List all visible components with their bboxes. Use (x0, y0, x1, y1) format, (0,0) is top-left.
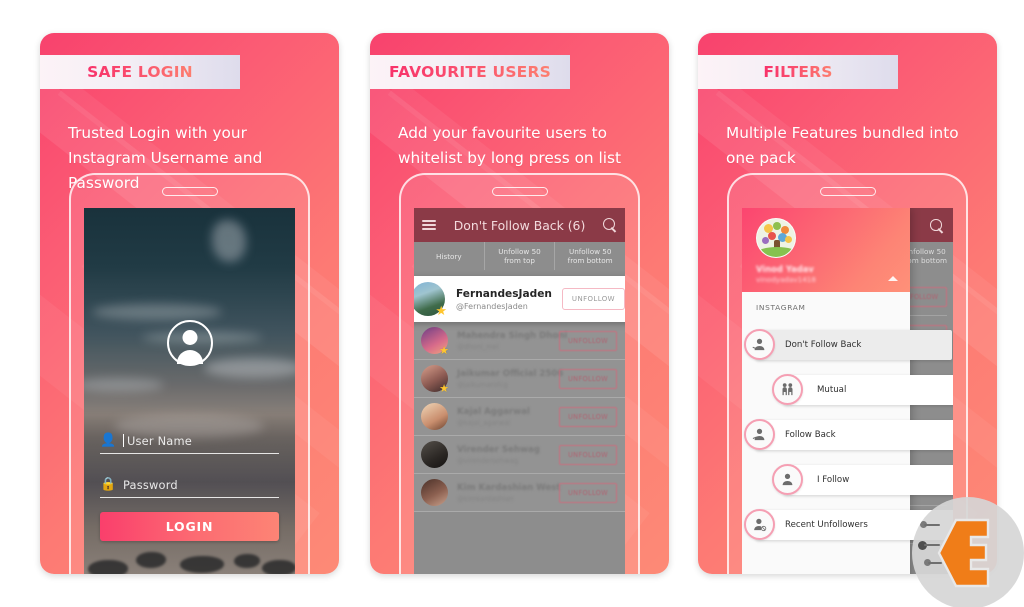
list-item[interactable]: ★ Mahendra Singh Dhoni @dhoni_mel UNFOLL… (414, 322, 625, 360)
caret-up-icon[interactable] (888, 276, 898, 281)
list-item-handle: @jaikumarofcg (457, 380, 508, 389)
tree-avatar-icon (756, 218, 796, 258)
tab-unfollow-from-bottom[interactable]: Unfollow 50 from bottom (555, 242, 625, 270)
avatar: ★ (421, 365, 449, 395)
phone-mockup: 👤 User Name 🔒 Password LOGIN (69, 173, 310, 574)
feature-card-favourite-users: FAVOURITE USERS Add your favourite users… (370, 33, 669, 574)
phone-screen-user-list: Don't Follow Back (6) History Unfollow 5… (414, 208, 625, 574)
unfollow-button[interactable]: UNFOLLOW (559, 406, 617, 427)
card-subtitle: Add your favourite users to whitelist by… (398, 124, 621, 167)
person-icon (772, 464, 803, 495)
card-banner-title: FILTERS (763, 63, 833, 81)
list-item-handle: @kimkardashian (457, 494, 514, 503)
unfollow-button[interactable]: UNFOLLOW (561, 288, 625, 310)
drawer-section-label: INSTAGRAM (742, 292, 910, 322)
featured-name: FernandesJaden (456, 287, 552, 300)
drawer-item-label: Recent Unfollowers (785, 519, 868, 530)
text-caret (123, 434, 124, 447)
list-item-handle: @dhoni_mel (457, 342, 499, 351)
phone-speaker (491, 187, 548, 196)
hex-e-logo-icon (937, 518, 990, 588)
item-pill (784, 374, 953, 405)
hamburger-icon[interactable] (422, 217, 436, 232)
avatar (421, 441, 448, 468)
card-banner: SAFE LOGIN (40, 55, 240, 89)
item-pill (784, 464, 953, 495)
screenshot-stage: SAFE LOGIN Trusted Login with your Insta… (0, 0, 1024, 607)
watermark-logo (912, 497, 1024, 607)
list-item[interactable]: Kim Kardashian West @kimkardashian UNFOL… (414, 474, 625, 512)
tab-bar: History Unfollow 50 from top Unfollow 50 f… (414, 242, 625, 270)
phone-speaker (161, 187, 218, 196)
username-field[interactable]: 👤 User Name (100, 428, 279, 454)
drawer-item-mutual[interactable]: Mutual (742, 367, 953, 412)
drawer-item-label: I Follow (817, 474, 850, 485)
feature-card-safe-login: SAFE LOGIN Trusted Login with your Insta… (40, 33, 339, 574)
list-item-name: Kajal Aggarwal (457, 406, 530, 417)
password-placeholder: Password (123, 477, 178, 492)
drawer-item-recent-unfollowers[interactable]: Recent Unfollowers (742, 502, 953, 547)
favourite-star-icon: ★ (435, 304, 447, 319)
list-item[interactable]: ★ Jaikumar Official 2506 @jaikumarofcg U… (414, 360, 625, 398)
card-banner: FAVOURITE USERS (370, 55, 570, 89)
person-follow-icon (744, 419, 775, 450)
navigation-drawer: Vinod Yadav vinodyadav1418 INSTAGRAM Don… (742, 208, 953, 574)
phone-mockup: Don't Follow Back (6) History Unfollow 5… (399, 173, 640, 574)
person-circle-icon (166, 320, 213, 366)
card-banner-title: SAFE LOGIN (87, 63, 193, 81)
unfollow-button[interactable]: UNFOLLOW (559, 482, 617, 503)
drawer-item-i-follow[interactable]: I Follow (742, 457, 953, 502)
avatar (421, 479, 448, 506)
list-item-name: Mahendra Singh Dhoni (457, 330, 568, 341)
tab-unfollow-from-top[interactable]: Unfollow 50 from top (485, 242, 556, 270)
list-item-name: Jaikumar Official 2506 (457, 368, 564, 379)
two-people-icon (772, 374, 803, 405)
favourite-star-icon: ★ (439, 344, 449, 357)
list-item[interactable]: Kajal Aggarwal @kajal_agarwal UNFOLLOW (414, 398, 625, 436)
unfollow-button[interactable]: UNFOLLOW (559, 330, 617, 351)
drawer-profile-header[interactable]: Vinod Yadav vinodyadav1418 (742, 208, 910, 292)
lock-icon: 🔒 (100, 477, 117, 492)
featured-handle: @FernandesJaden (456, 301, 528, 311)
phone-screen-login: 👤 User Name 🔒 Password LOGIN (84, 208, 295, 574)
username-placeholder: User Name (127, 433, 192, 448)
favourite-star-icon: ★ (439, 382, 449, 395)
drawer-item-label: Follow Back (785, 429, 836, 440)
list-item[interactable]: Virender Sehwag @virendersehwag UNFOLLOW (414, 436, 625, 474)
list-item-handle: @virendersehwag (457, 456, 519, 465)
drawer-item-label: Mutual (817, 384, 847, 395)
list-item-name: Kim Kardashian West (457, 482, 561, 493)
login-button[interactable]: LOGIN (100, 512, 279, 541)
unfollow-button[interactable]: UNFOLLOW (559, 444, 617, 465)
drawer-menu: Don't Follow Back Mutual Follow Back I F… (742, 322, 953, 547)
card-subtitle: Multiple Features bundled into one pack (726, 124, 959, 167)
app-bar-title: Don't Follow Back (6) (453, 217, 586, 233)
tab-history[interactable]: History (414, 242, 485, 270)
list-item-handle: @kajal_agarwal (457, 418, 511, 427)
unfollow-button[interactable]: UNFOLLOW (559, 368, 617, 389)
drawer-item-follow-back[interactable]: Follow Back (742, 412, 953, 457)
avatar: ★ (414, 282, 447, 319)
feature-card-filters: FILTERS Multiple Features bundled into o… (698, 33, 997, 574)
phone-speaker (819, 187, 876, 196)
list-item-name: Virender Sehwag (457, 444, 540, 455)
card-banner: FILTERS (698, 55, 898, 89)
search-icon[interactable] (603, 218, 617, 232)
avatar (421, 403, 448, 430)
card-banner-title: FAVOURITE USERS (389, 63, 551, 81)
search-icon[interactable] (930, 219, 943, 232)
password-field[interactable]: 🔒 Password (100, 472, 279, 498)
drawer-item-dont-follow-back[interactable]: Don't Follow Back (742, 322, 952, 367)
featured-list-item[interactable]: ★ FernandesJaden @FernandesJaden UNFOLLO… (414, 276, 625, 322)
app-bar: Don't Follow Back (6) (414, 208, 625, 242)
drawer-profile-name: Vinod Yadav (756, 264, 814, 274)
drawer-item-label: Don't Follow Back (785, 339, 862, 350)
person-remove-icon (744, 509, 775, 540)
person-icon: 👤 (100, 433, 117, 448)
person-unfollow-icon (744, 329, 775, 360)
drawer-profile-handle: vinodyadav1418 (756, 275, 816, 284)
avatar: ★ (421, 327, 449, 357)
